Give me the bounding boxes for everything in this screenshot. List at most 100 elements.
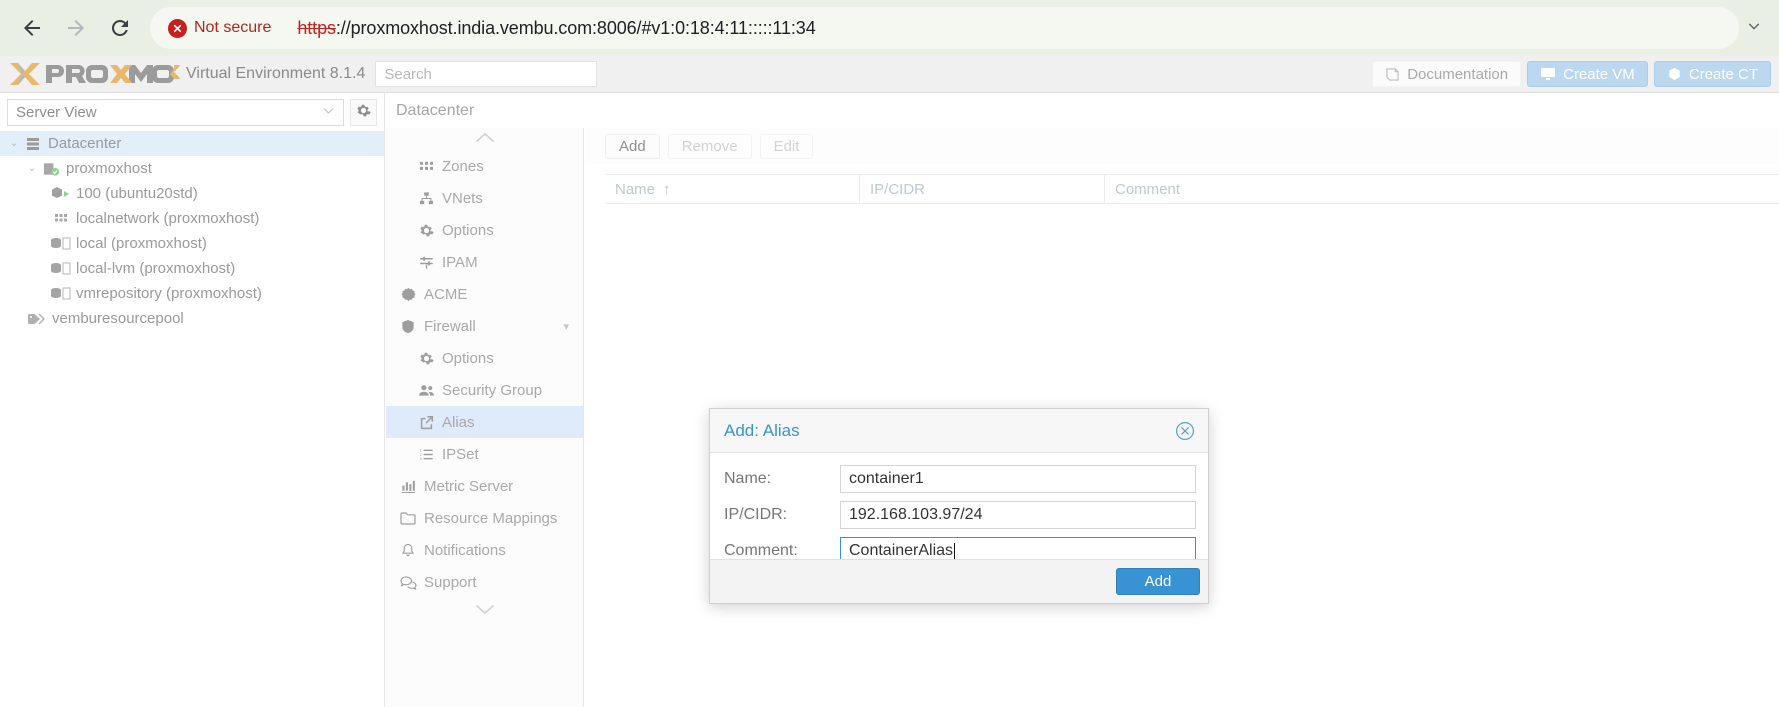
chevron-expanded-icon[interactable]: ⌄ xyxy=(24,163,40,174)
url-text: https://proxmoxhost.india.vembu.com:8006… xyxy=(297,18,815,39)
tree-settings-button[interactable] xyxy=(350,99,377,126)
tree-item-datacenter[interactable]: ⌄ Datacenter xyxy=(0,131,384,156)
breadcrumb-label: Datacenter xyxy=(396,101,475,119)
nav-item-support[interactable]: Support xyxy=(386,566,583,598)
comment-field-label: Comment: xyxy=(724,542,798,559)
nav-item-label: Resource Mappings xyxy=(424,509,558,527)
tree-item-vemburesourcepool[interactable]: vemburesourcepool xyxy=(0,306,384,331)
nav-scroll-up-button[interactable] xyxy=(386,128,583,150)
nav-item-zones[interactable]: Zones xyxy=(386,150,583,182)
documentation-button[interactable]: Documentation xyxy=(1372,61,1522,87)
column-header-comment[interactable]: Comment xyxy=(1105,175,1779,203)
create-ct-label: Create CT xyxy=(1688,65,1758,83)
chevron-up-icon xyxy=(475,130,495,148)
ipcidr-field[interactable]: 192.168.103.97/24 xyxy=(840,501,1196,529)
storage-icon xyxy=(50,286,72,302)
forward-arrow-icon xyxy=(64,16,88,40)
name-field-label: Name: xyxy=(724,470,772,487)
nav-scroll-down-button[interactable] xyxy=(386,600,583,622)
site-security-chip[interactable]: Not secure xyxy=(164,15,281,42)
grid-add-button[interactable]: Add xyxy=(605,133,660,159)
pve-header: Virtual Environment 8.1.4 Search Documen… xyxy=(0,56,1779,93)
close-icon[interactable] xyxy=(1174,420,1196,442)
nav-item-label: ACME xyxy=(424,285,468,303)
nav-item-sdn-options[interactable]: Options xyxy=(386,214,583,246)
tree-item-label: proxmoxhost xyxy=(66,160,152,177)
grid-edit-label: Edit xyxy=(773,137,800,155)
column-header-name[interactable]: Name ↑ xyxy=(605,175,860,203)
tree-item-label: vemburesourcepool xyxy=(52,310,184,327)
grid-icon xyxy=(414,159,438,174)
ordered-list-icon: 123 xyxy=(414,447,438,462)
tree-item-proxmoxhost[interactable]: ⌄ proxmoxhost xyxy=(0,156,384,181)
nav-item-label: Options xyxy=(442,221,494,239)
forward-button[interactable] xyxy=(54,6,98,50)
chevron-expanded-icon[interactable]: ⌄ xyxy=(6,138,22,149)
nav-item-label: Alias xyxy=(442,413,475,431)
book-icon xyxy=(1385,67,1400,81)
column-header-label: Comment xyxy=(1115,180,1181,198)
nav-item-notifications[interactable]: Notifications xyxy=(386,534,583,566)
tree-item-label: Datacenter xyxy=(48,135,122,152)
nav-item-label: Firewall xyxy=(424,317,476,335)
create-vm-button[interactable]: Create VM xyxy=(1527,61,1648,87)
create-ct-button[interactable]: Create CT xyxy=(1653,61,1771,87)
field-row-ipcidr: IP/CIDR: 192.168.103.97/24 xyxy=(724,499,1196,531)
view-mode-select[interactable]: Server View xyxy=(7,99,344,126)
chevron-down-icon xyxy=(1747,19,1761,38)
text-cursor xyxy=(954,542,956,560)
nav-item-firewall-options[interactable]: Options xyxy=(386,342,583,374)
nav-item-metric-server[interactable]: Metric Server xyxy=(386,470,583,502)
node-icon xyxy=(40,161,62,177)
ipcidr-field-label: IP/CIDR: xyxy=(724,506,788,523)
nav-item-label: IPAM xyxy=(442,253,478,271)
address-bar[interactable]: Not secure https://proxmoxhost.india.vem… xyxy=(150,7,1739,49)
nav-item-firewall[interactable]: Firewall ▾ xyxy=(386,310,583,342)
grid-edit-button[interactable]: Edit xyxy=(759,133,814,159)
tree-item-local-lvm[interactable]: local-lvm (proxmoxhost) xyxy=(0,256,384,281)
nav-item-ipam[interactable]: IPAM xyxy=(386,246,583,278)
view-selector-row: Server View xyxy=(0,93,384,126)
gear-icon xyxy=(356,103,371,123)
chevron-down-icon[interactable]: ▾ xyxy=(563,320,583,333)
chevron-down-icon xyxy=(322,104,335,121)
nav-item-ipset[interactable]: 123 IPSet xyxy=(386,438,583,470)
reload-button[interactable] xyxy=(98,6,142,50)
not-secure-icon xyxy=(168,18,187,38)
datacenter-nav-menu: Zones VNets Options IPAM ACME Firewall ▾ xyxy=(386,128,584,707)
nav-item-resource-mappings[interactable]: Resource Mappings xyxy=(386,502,583,534)
datacenter-icon xyxy=(22,136,44,152)
nav-item-vnets[interactable]: VNets xyxy=(386,182,583,214)
monitor-icon xyxy=(1540,67,1556,81)
nav-item-acme[interactable]: ACME xyxy=(386,278,583,310)
tree-item-vmrepository[interactable]: vmrepository (proxmoxhost) xyxy=(0,281,384,306)
tree-item-local[interactable]: local (proxmoxhost) xyxy=(0,231,384,256)
tree-item-label: localnetwork (proxmoxhost) xyxy=(76,210,260,227)
grid-remove-label: Remove xyxy=(681,137,738,155)
proxmox-logo[interactable] xyxy=(0,61,180,87)
tree-item-label: 100 (ubuntu20std) xyxy=(76,185,198,202)
browser-overflow-button[interactable] xyxy=(1739,8,1769,48)
sliders-icon xyxy=(414,255,438,270)
back-button[interactable] xyxy=(10,6,54,50)
nav-item-label: VNets xyxy=(442,189,483,207)
server-tree: ⌄ Datacenter ⌄ proxmoxhost 100 (ubuntu20… xyxy=(0,131,384,331)
reload-icon xyxy=(108,16,132,40)
tree-item-label: local-lvm (proxmoxhost) xyxy=(76,260,236,277)
tree-item-ct-100[interactable]: 100 (ubuntu20std) xyxy=(0,181,384,206)
nav-item-label: Options xyxy=(442,349,494,367)
column-header-ipcidr[interactable]: IP/CIDR xyxy=(860,175,1105,203)
name-field[interactable]: container1 xyxy=(840,465,1196,493)
search-input[interactable]: Search xyxy=(375,61,598,87)
grid-toolbar: Add Remove Edit xyxy=(585,128,1779,164)
nav-item-alias[interactable]: Alias xyxy=(386,406,583,438)
comment-field-value: ContainerAlias xyxy=(849,542,954,559)
grid-remove-button[interactable]: Remove xyxy=(667,133,752,159)
container-running-icon xyxy=(50,186,72,202)
users-icon xyxy=(414,383,438,398)
nav-item-security-group[interactable]: Security Group xyxy=(386,374,583,406)
shield-icon xyxy=(396,319,420,334)
tree-item-localnetwork[interactable]: localnetwork (proxmoxhost) xyxy=(0,206,384,231)
nav-item-label: Metric Server xyxy=(424,477,514,495)
dialog-add-button[interactable]: Add xyxy=(1116,568,1200,595)
